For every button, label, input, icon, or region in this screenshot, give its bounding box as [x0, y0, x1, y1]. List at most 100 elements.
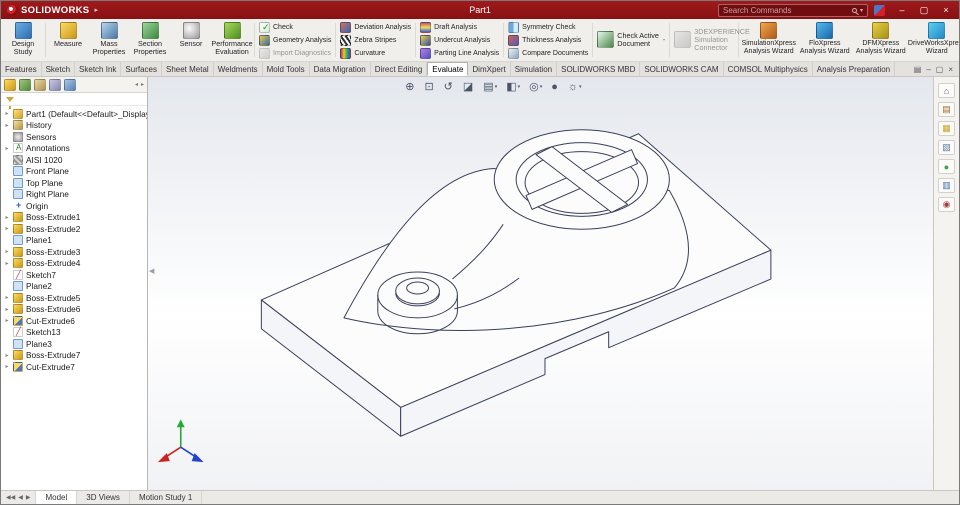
- deviation-analysis-button[interactable]: Deviation Analysis: [338, 21, 413, 34]
- section-view-button[interactable]: ◪: [460, 80, 477, 94]
- tab-features[interactable]: Features: [1, 62, 42, 76]
- tree-item-origin[interactable]: Origin: [1, 200, 147, 212]
- configurationmanager-tab[interactable]: [34, 78, 46, 91]
- tree-item-sketch13[interactable]: Sketch13: [1, 327, 147, 339]
- tree-item-top-plane[interactable]: Top Plane: [1, 177, 147, 189]
- tree-item-history[interactable]: ▸ History: [1, 120, 147, 132]
- previous-view-button[interactable]: ↺: [441, 80, 457, 94]
- close-button[interactable]: ×: [935, 1, 957, 19]
- tab-simulation[interactable]: Simulation: [511, 62, 558, 76]
- motion-study-tab[interactable]: Motion Study 1: [130, 491, 203, 504]
- design-study-button[interactable]: Design Study: [3, 20, 43, 60]
- tree-item-plane2[interactable]: Plane2: [1, 281, 147, 293]
- 3d-views-tab[interactable]: 3D Views: [77, 491, 130, 504]
- model-tab[interactable]: Model: [36, 491, 78, 504]
- expand-arrow-icon[interactable]: ▸: [4, 363, 10, 370]
- propertymanager-tab[interactable]: [19, 78, 31, 91]
- doc-close-button[interactable]: ×: [948, 65, 953, 74]
- tab-sheet-metal[interactable]: Sheet Metal: [162, 62, 214, 76]
- expand-arrow-icon[interactable]: ▸: [4, 260, 10, 267]
- help-icon[interactable]: [874, 4, 885, 16]
- featuremanager-tree-tab[interactable]: [4, 78, 16, 91]
- tree-item-boss-extrude1[interactable]: ▸ Boss-Extrude1: [1, 212, 147, 224]
- section-properties-button[interactable]: Section Properties: [130, 20, 170, 60]
- part-model-wireframe[interactable]: [148, 77, 933, 490]
- zoom-fit-button[interactable]: ⊕: [402, 80, 418, 94]
- tab-analysis-preparation[interactable]: Analysis Preparation: [813, 62, 896, 76]
- maximize-button[interactable]: ▢: [913, 1, 935, 19]
- tab-sketch-ink[interactable]: Sketch Ink: [75, 62, 122, 76]
- tree-item-sensors[interactable]: Sensors: [1, 131, 147, 143]
- tree-item-annotations[interactable]: ▸ Annotations: [1, 143, 147, 155]
- custom-properties-tab[interactable]: ▥: [938, 178, 955, 193]
- tree-item-part[interactable]: ▸ Part1 (Default<<Default>_Display Stat: [1, 108, 147, 120]
- driveworksxpress-wizard-button[interactable]: DriveWorksXpress Wizard: [908, 20, 959, 60]
- tree-item-boss-extrude4[interactable]: ▸ Boss-Extrude4: [1, 258, 147, 270]
- solidworks-resources-tab[interactable]: ⌂: [938, 83, 955, 98]
- solidworks-forum-tab[interactable]: ◉: [938, 197, 955, 212]
- expand-arrow-icon[interactable]: ▸: [4, 248, 10, 255]
- tree-item-boss-extrude6[interactable]: ▸ Boss-Extrude6: [1, 304, 147, 316]
- filter-icon[interactable]: [6, 96, 14, 109]
- tab-solidworks-cam[interactable]: SOLIDWORKS CAM: [640, 62, 724, 76]
- check-button[interactable]: Check: [257, 21, 333, 34]
- minimize-button[interactable]: –: [891, 1, 913, 19]
- prev-button[interactable]: ◀: [18, 494, 23, 501]
- import-diagnostics-button[interactable]: Import Diagnostics: [257, 47, 333, 60]
- sensor-button[interactable]: Sensor: [171, 20, 211, 60]
- doc-restore-button[interactable]: ▢: [936, 65, 944, 74]
- graphics-viewport[interactable]: ⊕ ⊡ ↺ ◪ ▤ ▾ ◧ ▾ ◎ ▾ ● ☼ ▾ ◀: [148, 77, 933, 490]
- hide-show-items-button[interactable]: ◎ ▾: [526, 80, 545, 94]
- search-icon[interactable]: [851, 7, 857, 13]
- next-button[interactable]: ▶: [26, 494, 31, 501]
- panel-tab-right-arrow[interactable]: ▸: [141, 81, 144, 88]
- thickness-analysis-button[interactable]: Thickness Analysis: [506, 34, 590, 47]
- display-style-button[interactable]: ◧ ▾: [503, 80, 523, 94]
- measure-button[interactable]: Measure: [48, 20, 88, 60]
- mass-properties-button[interactable]: Mass Properties: [89, 20, 129, 60]
- panel-tab-left-arrow[interactable]: ◂: [135, 81, 138, 88]
- doc-minimize-button[interactable]: –: [926, 65, 930, 74]
- displaymanager-tab[interactable]: [64, 78, 76, 91]
- tree-item-material[interactable]: AISI 1020: [1, 154, 147, 166]
- tab-weldments[interactable]: Weldments: [214, 62, 263, 76]
- tree-item-boss-extrude5[interactable]: ▸ Boss-Extrude5: [1, 292, 147, 304]
- expand-arrow-icon[interactable]: ▸: [4, 225, 10, 232]
- performance-evaluation-button[interactable]: Performance Evaluation: [211, 20, 253, 60]
- check-active-document-button[interactable]: Check Active Document -: [595, 20, 667, 60]
- tree-item-plane1[interactable]: Plane1: [1, 235, 147, 247]
- search-caret-icon[interactable]: ▾: [860, 7, 863, 14]
- tab-surfaces[interactable]: Surfaces: [121, 62, 162, 76]
- tree-item-boss-extrude3[interactable]: ▸ Boss-Extrude3: [1, 246, 147, 258]
- expand-arrow-icon[interactable]: ▸: [4, 122, 10, 129]
- gallery-dash-icon[interactable]: -: [663, 36, 666, 44]
- pane-layout-icon[interactable]: ▤: [914, 65, 922, 74]
- solidworks-logo[interactable]: SOLIDWORKS ▸: [1, 4, 104, 16]
- tab-comsol-multiphysics[interactable]: COMSOL Multiphysics: [724, 62, 813, 76]
- tab-sketch[interactable]: Sketch: [42, 62, 76, 76]
- edit-appearance-button[interactable]: ●: [548, 80, 562, 94]
- undercut-analysis-button[interactable]: Undercut Analysis: [418, 34, 501, 47]
- curvature-button[interactable]: Curvature: [338, 47, 413, 60]
- tree-item-plane3[interactable]: Plane3: [1, 338, 147, 350]
- dfmxpress-wizard-button[interactable]: DFMXpress Analysis Wizard: [853, 20, 908, 60]
- view-palette-tab[interactable]: ▧: [938, 140, 955, 155]
- parting-line-analysis-button[interactable]: Parting Line Analysis: [418, 47, 501, 60]
- rewind-button[interactable]: ◀◀: [6, 494, 15, 501]
- compare-documents-button[interactable]: Compare Documents: [506, 47, 590, 60]
- tab-mold-tools[interactable]: Mold Tools: [263, 62, 310, 76]
- tree-item-boss-extrude7[interactable]: ▸ Boss-Extrude7: [1, 350, 147, 362]
- tree-item-sketch7[interactable]: Sketch7: [1, 269, 147, 281]
- expand-arrow-icon[interactable]: ▸: [4, 214, 10, 221]
- command-search[interactable]: ▾: [718, 3, 868, 17]
- expand-arrow-icon[interactable]: ▸: [4, 306, 10, 313]
- dimxpertmanager-tab[interactable]: [49, 78, 61, 91]
- draft-analysis-button[interactable]: Draft Analysis: [418, 21, 501, 34]
- tab-solidworks-mbd[interactable]: SOLIDWORKS MBD: [557, 62, 641, 76]
- tree-item-right-plane[interactable]: Right Plane: [1, 189, 147, 201]
- view-settings-button[interactable]: ☼ ▾: [565, 80, 585, 94]
- expand-arrow-icon[interactable]: ▸: [4, 145, 10, 152]
- tree-item-front-plane[interactable]: Front Plane: [1, 166, 147, 178]
- zebra-stripes-button[interactable]: Zebra Stripes: [338, 34, 413, 47]
- tab-direct-editing[interactable]: Direct Editing: [371, 62, 428, 76]
